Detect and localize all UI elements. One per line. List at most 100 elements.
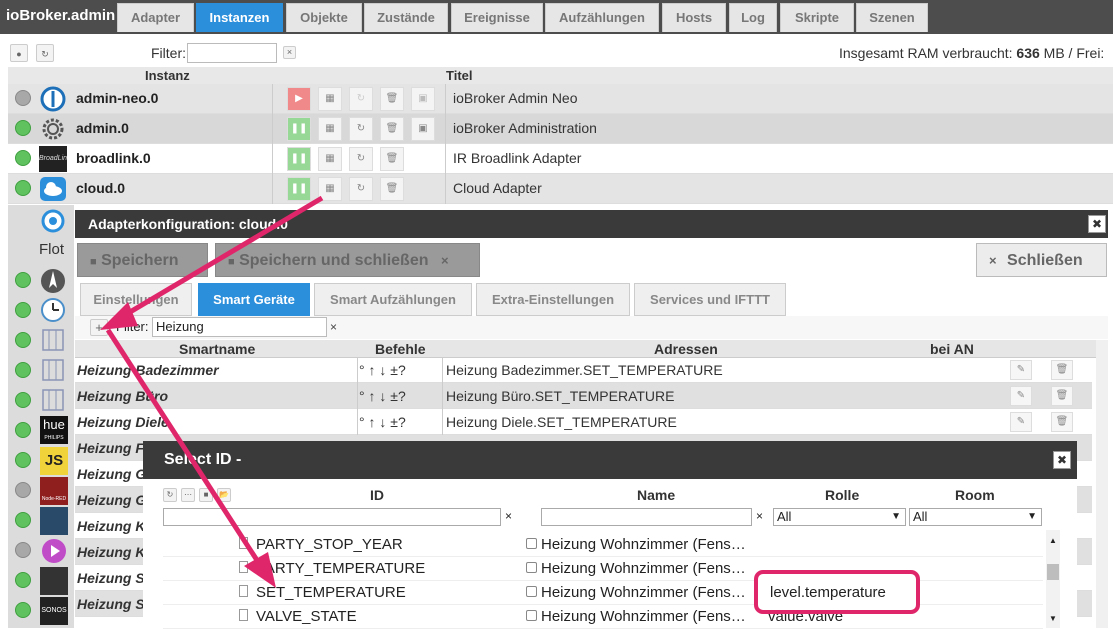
id-filter-input[interactable] (163, 508, 501, 526)
status-led (15, 302, 31, 318)
filter-input[interactable] (187, 43, 277, 63)
instance-row[interactable]: cloud.0 ❚❚ ▦ ↻ 🗑 Cloud Adapter (8, 174, 1113, 204)
tab-skripte[interactable]: Skripte (780, 3, 854, 32)
restart-icon[interactable]: ↻ (349, 87, 373, 111)
delete-icon[interactable]: 🗑 (1051, 360, 1073, 380)
save-button[interactable]: ■ Speichern (77, 243, 208, 277)
javascript-icon: JS (40, 447, 68, 475)
smart-name: Heizung Diele (77, 414, 169, 430)
user-icon[interactable]: ● (10, 44, 28, 62)
status-led (15, 150, 31, 166)
settings-icon[interactable]: ▦ (318, 147, 342, 171)
smart-scrollbar[interactable] (1096, 340, 1108, 628)
name-filter-clear-icon[interactable]: × (756, 509, 763, 523)
image-icon[interactable]: ▣ (411, 87, 435, 111)
divider (357, 357, 358, 383)
list-icon[interactable]: ⋯ (181, 488, 195, 502)
instance-row[interactable]: BroadLink broadlink.0 ❚❚ ▦ ↻ 🗑 IR Broadl… (8, 144, 1113, 174)
smart-row[interactable]: Heizung Büro ° ↑ ↓ ±? Heizung Büro.SET_T… (75, 383, 1092, 409)
tab-extra-einstellungen[interactable]: Extra-Einstellungen (476, 283, 630, 316)
delete-icon[interactable]: 🗑 (380, 177, 404, 201)
scroll-up-icon[interactable]: ▲ (1049, 536, 1057, 545)
restart-icon[interactable]: ↻ (349, 177, 373, 201)
divider (445, 144, 446, 174)
tab-adapter[interactable]: Adapter (117, 3, 194, 32)
instance-row[interactable]: admin.0 ❚❚ ▦ ↻ 🗑 ▣ ioBroker Administrati… (8, 114, 1113, 144)
close-button[interactable]: × Schließen (976, 243, 1107, 277)
collapse-icon[interactable]: ■ (199, 488, 213, 502)
scroll-thumb[interactable] (1047, 564, 1059, 580)
state-icon (526, 586, 537, 597)
close-icon[interactable]: ✖ (1053, 451, 1071, 469)
settings-icon[interactable]: ▦ (318, 177, 342, 201)
smart-row[interactable]: Heizung Badezimmer ° ↑ ↓ ±? Heizung Bade… (75, 357, 1092, 383)
status-led (15, 362, 31, 378)
play-icon[interactable]: ▶ (287, 87, 311, 111)
close-icon[interactable]: ✖ (1088, 215, 1106, 233)
tab-smart-aufzaehlungen[interactable]: Smart Aufzählungen (314, 283, 472, 316)
tab-ereignisse[interactable]: Ereignisse (451, 3, 543, 32)
header-id: ID (370, 487, 384, 503)
filter-clear-icon[interactable]: × (283, 46, 296, 59)
state-icon (526, 538, 537, 549)
tab-log[interactable]: Log (729, 3, 777, 32)
smart-row[interactable]: Heizung Diele ° ↑ ↓ ±? Heizung Diele.SET… (75, 409, 1092, 435)
room-select[interactable]: All ▼ (909, 508, 1042, 526)
tab-zustaende[interactable]: Zustände (364, 3, 448, 32)
instance-name: cloud.0 (76, 180, 126, 196)
settings-icon[interactable]: ▦ (318, 87, 342, 111)
refresh-icon[interactable]: ↻ (163, 488, 177, 502)
divider (442, 383, 443, 409)
settings-icon[interactable]: ▦ (318, 117, 342, 141)
header-titel: Titel (446, 68, 473, 83)
delete-icon[interactable]: 🗑 (380, 87, 404, 111)
pause-icon[interactable]: ❚❚ (287, 177, 311, 201)
smart-filter-input[interactable]: Heizung (152, 317, 327, 337)
role-select[interactable]: All ▼ (773, 508, 906, 526)
restart-icon[interactable]: ↻ (349, 117, 373, 141)
tab-objekte[interactable]: Objekte (286, 3, 362, 32)
scroll-down-icon[interactable]: ▼ (1049, 614, 1057, 623)
room-select-value: All (913, 509, 928, 524)
name-filter-input[interactable] (541, 508, 752, 526)
select-scrollbar[interactable]: ▲ ▼ (1046, 530, 1060, 628)
divider (357, 383, 358, 409)
refresh-icon[interactable]: ↻ (36, 44, 54, 62)
edit-icon[interactable]: ✎ (1010, 360, 1032, 380)
restart-icon[interactable]: ↻ (349, 147, 373, 171)
save-close-button[interactable]: ■ Speichern und schließen × (215, 243, 480, 277)
status-led (15, 180, 31, 196)
edit-icon[interactable]: ✎ (1010, 412, 1032, 432)
dropdown-arrow-icon: ▼ (891, 511, 901, 522)
delete-icon[interactable]: 🗑 (1051, 386, 1073, 406)
tree-row[interactable]: PARTY_STOP_YEAR Heizung Wohnzimmer (Fens… (163, 533, 1043, 557)
add-icon[interactable]: + (90, 319, 108, 336)
compass-icon (41, 269, 65, 293)
instance-row[interactable]: admin-neo.0 ▶ ▦ ↻ 🗑 ▣ ioBroker Admin Neo (8, 84, 1113, 114)
edit-icon[interactable]: ✎ (1010, 386, 1032, 406)
id-filter-clear-icon[interactable]: × (505, 509, 512, 523)
smart-name: Heizung S (77, 596, 145, 612)
tab-einstellungen[interactable]: Einstellungen (80, 283, 192, 316)
tab-services-ifttt[interactable]: Services und IFTTT (634, 283, 786, 316)
tab-szenen[interactable]: Szenen (856, 3, 928, 32)
image-icon[interactable]: ▣ (411, 117, 435, 141)
tab-hosts[interactable]: Hosts (662, 3, 726, 32)
tab-smart-geraete[interactable]: Smart Geräte (198, 283, 310, 316)
flot-icon: Flot (39, 241, 65, 258)
smart-filter-clear-icon[interactable]: × (330, 320, 337, 334)
tab-aufzaehlungen[interactable]: Aufzählungen (545, 3, 659, 32)
delete-icon[interactable]: 🗑 (380, 147, 404, 171)
tree-name: Heizung Wohnzimmer (Fens… (541, 560, 746, 577)
select-id-title: Select ID - (164, 451, 242, 468)
delete-icon[interactable]: 🗑 (1051, 412, 1073, 432)
header-befehle: Befehle (375, 341, 426, 357)
delete-icon[interactable]: 🗑 (380, 117, 404, 141)
tree-id: SET_TEMPERATURE (256, 584, 406, 601)
broadlink-icon: BroadLink (39, 146, 67, 172)
pause-icon[interactable]: ❚❚ (287, 117, 311, 141)
pause-icon[interactable]: ❚❚ (287, 147, 311, 171)
tab-instanzen[interactable]: Instanzen (196, 3, 283, 32)
folder-icon[interactable]: 📂 (217, 488, 231, 502)
film-icon (40, 567, 68, 595)
